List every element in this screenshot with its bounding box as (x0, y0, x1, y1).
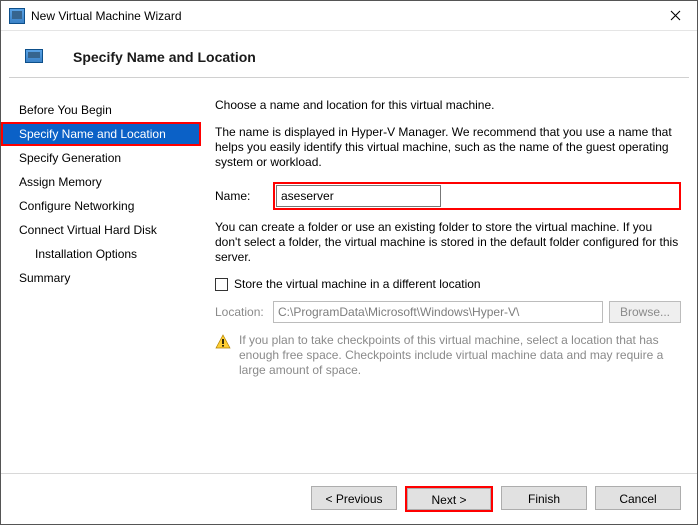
location-label: Location: (215, 305, 273, 319)
sidebar-item-configure-networking[interactable]: Configure Networking (1, 194, 201, 218)
sidebar-item-specify-generation[interactable]: Specify Generation (1, 146, 201, 170)
wizard-header: Specify Name and Location (1, 31, 697, 77)
cancel-button[interactable]: Cancel (595, 486, 681, 510)
wizard-icon (25, 49, 43, 63)
app-icon (9, 8, 25, 24)
wizard-footer: < Previous Next > Finish Cancel (1, 473, 697, 524)
content-area: Choose a name and location for this virt… (201, 98, 697, 473)
next-button-highlight: Next > (405, 486, 493, 512)
name-row: Name: (215, 182, 681, 210)
sidebar: Before You Begin Specify Name and Locati… (1, 98, 201, 473)
store-different-location-row: Store the virtual machine in a different… (215, 277, 681, 291)
previous-button[interactable]: < Previous (311, 486, 397, 510)
sidebar-item-installation-options[interactable]: Installation Options (1, 242, 201, 266)
name-input-highlight (273, 182, 681, 210)
titlebar: New Virtual Machine Wizard (1, 1, 697, 31)
name-input[interactable] (276, 185, 441, 207)
store-different-location-checkbox[interactable] (215, 278, 228, 291)
location-input (273, 301, 603, 323)
name-label: Name: (215, 189, 273, 203)
sidebar-item-connect-vhd[interactable]: Connect Virtual Hard Disk (1, 218, 201, 242)
warning-icon (215, 334, 231, 350)
intro-text-2: The name is displayed in Hyper-V Manager… (215, 125, 681, 170)
intro-text-1: Choose a name and location for this virt… (215, 98, 681, 113)
location-row: Location: Browse... (215, 301, 681, 323)
browse-button: Browse... (609, 301, 681, 323)
sidebar-item-assign-memory[interactable]: Assign Memory (1, 170, 201, 194)
page-title: Specify Name and Location (73, 49, 256, 65)
finish-button[interactable]: Finish (501, 486, 587, 510)
warning-row: If you plan to take checkpoints of this … (215, 333, 681, 378)
next-button[interactable]: Next > (407, 488, 491, 510)
sidebar-item-summary[interactable]: Summary (1, 266, 201, 290)
close-button[interactable] (653, 1, 697, 31)
wizard-body: Before You Begin Specify Name and Locati… (1, 78, 697, 473)
warning-text: If you plan to take checkpoints of this … (239, 333, 681, 378)
folder-text: You can create a folder or use an existi… (215, 220, 681, 265)
sidebar-item-specify-name-location[interactable]: Specify Name and Location (1, 122, 201, 146)
window-title: New Virtual Machine Wizard (31, 9, 653, 23)
store-different-location-label: Store the virtual machine in a different… (234, 277, 481, 291)
sidebar-item-before-you-begin[interactable]: Before You Begin (1, 98, 201, 122)
wizard-window: New Virtual Machine Wizard Specify Name … (0, 0, 698, 525)
